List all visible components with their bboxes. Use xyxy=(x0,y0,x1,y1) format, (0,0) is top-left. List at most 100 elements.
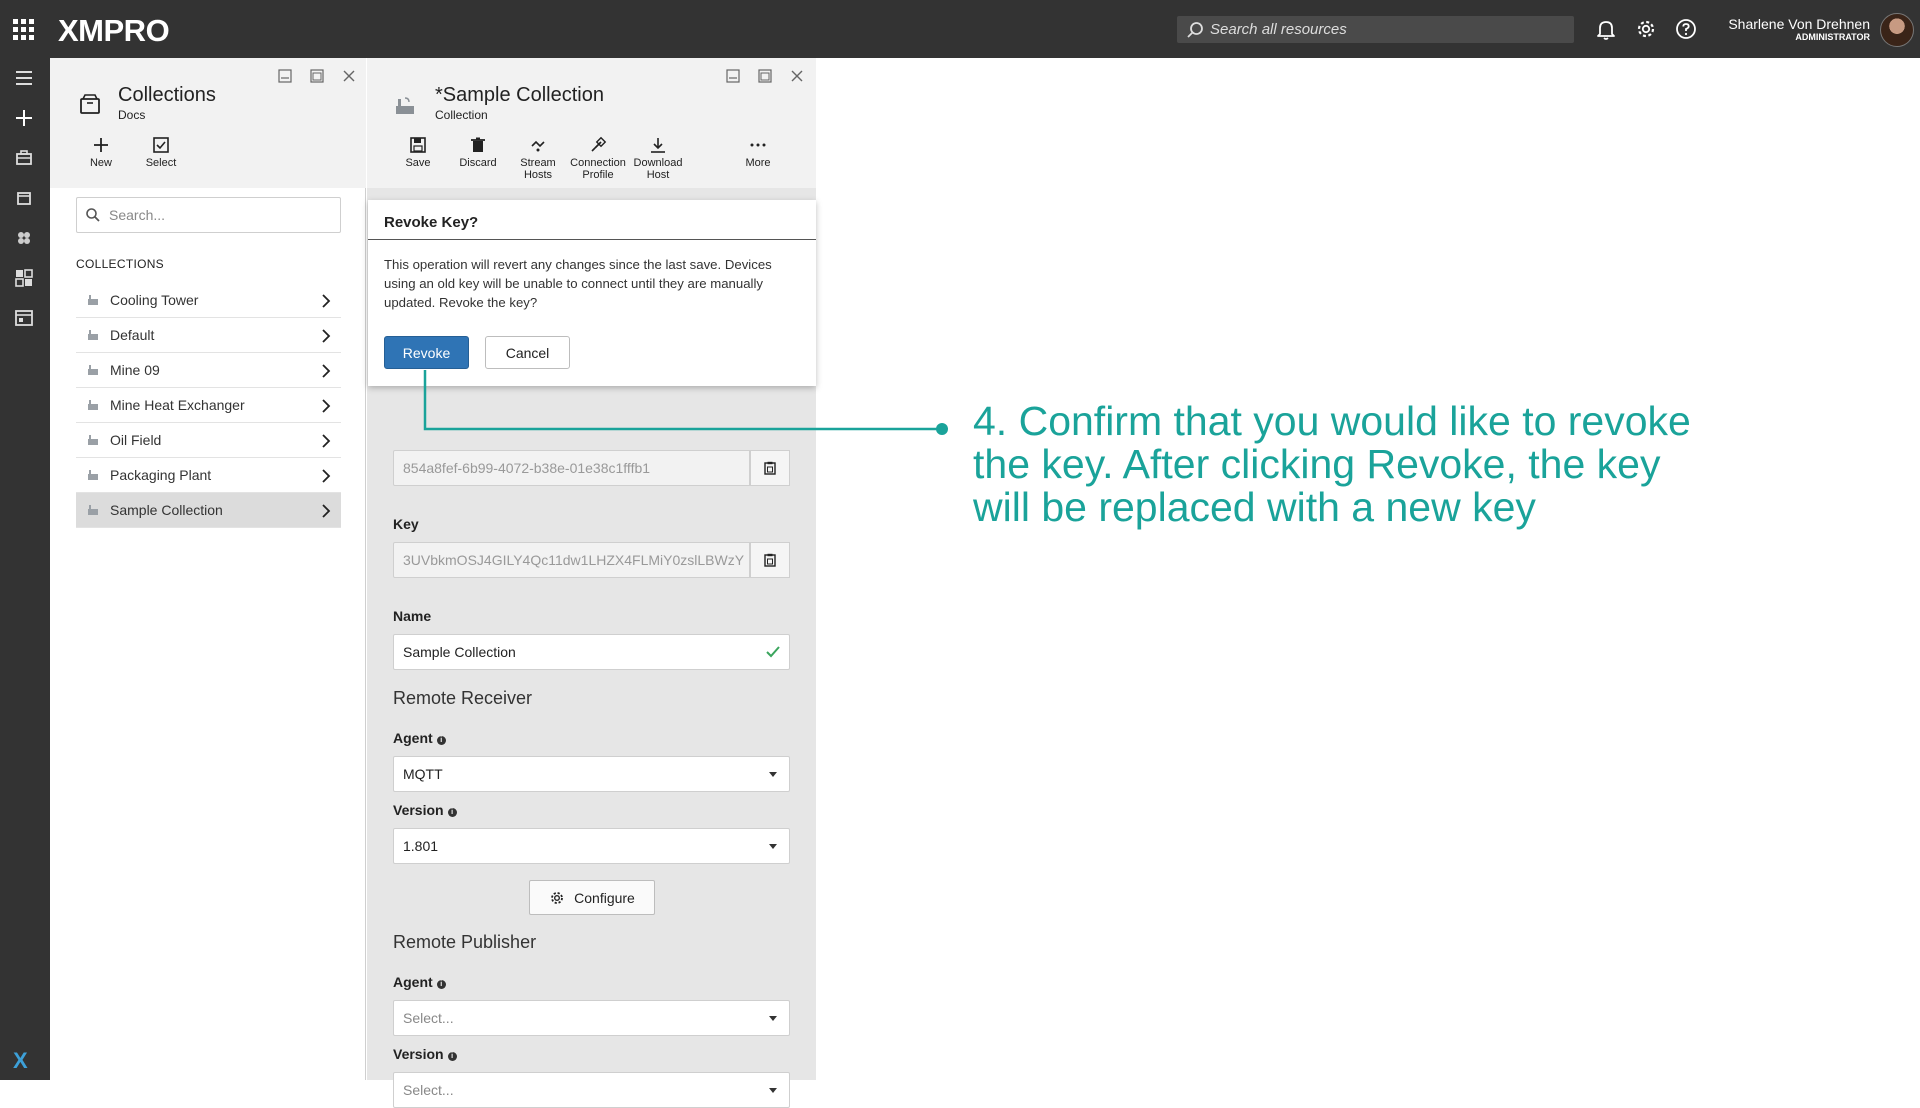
maximize-icon[interactable] xyxy=(308,67,326,85)
more-button[interactable]: More xyxy=(728,136,788,169)
list-item[interactable]: Packaging Plant xyxy=(76,458,341,493)
cancel-button[interactable]: Cancel xyxy=(485,336,570,369)
xmpro-mark-icon[interactable]: X xyxy=(13,1048,28,1074)
download-icon xyxy=(651,138,665,153)
list-item[interactable]: Oil Field xyxy=(76,423,341,458)
panel-subtitle: Collection xyxy=(435,108,488,122)
stream-hosts-icon[interactable] xyxy=(12,226,36,250)
top-bar: XMPRO Sharlene Von Drehnen ADMINISTRATOR xyxy=(0,0,1920,58)
dialog-title: Revoke Key? xyxy=(384,214,479,231)
publisher-version-placeholder: Select... xyxy=(403,1082,454,1098)
select-button[interactable]: Select xyxy=(131,136,191,169)
user-role: ADMINISTRATOR xyxy=(1795,32,1870,42)
name-field[interactable]: Sample Collection xyxy=(393,634,790,670)
list-item[interactable]: Cooling Tower xyxy=(76,283,341,318)
collections-search[interactable] xyxy=(76,197,341,233)
list-item[interactable]: Default xyxy=(76,318,341,353)
stream-hosts-label-2: Hosts xyxy=(523,169,553,181)
list-item[interactable]: Mine 09 xyxy=(76,353,341,388)
panel-title: Collections xyxy=(118,84,216,106)
check-icon xyxy=(766,646,780,658)
list-item-selected[interactable]: Sample Collection xyxy=(76,493,341,528)
connection-profile-button[interactable]: Connection Profile xyxy=(568,136,628,181)
collections-panel: Collections Docs New Select COLLECTIONS … xyxy=(50,58,366,1080)
info-icon[interactable]: i xyxy=(447,1052,457,1061)
info-icon[interactable]: i xyxy=(436,980,446,989)
save-button[interactable]: Save xyxy=(388,136,448,169)
publisher-agent-label-text: Agent xyxy=(393,974,433,990)
list-item-label: Oil Field xyxy=(110,432,162,448)
search-icon xyxy=(86,208,100,222)
collection-icon xyxy=(88,435,98,445)
receiver-version-label: Version i xyxy=(393,802,457,818)
avatar[interactable] xyxy=(1880,13,1914,47)
bell-icon[interactable] xyxy=(1594,17,1618,41)
save-icon xyxy=(410,137,426,153)
receiver-version-value: 1.801 xyxy=(403,838,439,854)
dashboard-icon[interactable] xyxy=(12,266,36,290)
remote-receiver-title: Remote Receiver xyxy=(393,688,533,708)
discard-button-label: Discard xyxy=(459,157,497,169)
collection-icon xyxy=(88,295,98,305)
list-item-label: Sample Collection xyxy=(110,502,223,518)
new-button[interactable]: New xyxy=(71,136,131,169)
minimize-icon[interactable] xyxy=(276,67,294,85)
collections-search-input[interactable] xyxy=(109,207,329,223)
publisher-agent-select[interactable]: Select... xyxy=(393,1000,790,1036)
plus-icon xyxy=(94,138,108,152)
sample-collection-header: *Sample Collection Collection Save Disca… xyxy=(367,58,816,188)
stream-hosts-label: Stream xyxy=(520,157,556,169)
maximize-icon[interactable] xyxy=(756,67,774,85)
info-icon[interactable]: i xyxy=(436,736,446,745)
trash-icon xyxy=(471,137,485,152)
list-item-label: Default xyxy=(110,327,155,343)
copy-key-button[interactable] xyxy=(750,542,790,578)
hamburger-menu-icon[interactable] xyxy=(12,66,36,90)
info-icon[interactable]: i xyxy=(447,808,457,817)
more-icon xyxy=(750,143,766,147)
clipboard-icon xyxy=(764,553,776,567)
revoke-button[interactable]: Revoke xyxy=(384,336,469,369)
add-icon[interactable] xyxy=(12,106,36,130)
collection-icon xyxy=(88,400,98,410)
caret-down-icon xyxy=(769,844,777,849)
calendar-icon[interactable] xyxy=(12,186,36,210)
configure-button[interactable]: Configure xyxy=(529,880,655,915)
receiver-version-select[interactable]: 1.801 xyxy=(393,828,790,864)
gear-icon[interactable] xyxy=(1634,17,1658,41)
receiver-agent-label-text: Agent xyxy=(393,730,433,746)
instruction-callout: 4. Confirm that you would like to revoke… xyxy=(973,398,1691,530)
chevron-right-icon xyxy=(322,504,331,518)
collections-header: Collections Docs New Select xyxy=(50,58,366,188)
close-icon[interactable] xyxy=(788,67,806,85)
dialog-message: This operation will revert any changes s… xyxy=(384,257,772,310)
search-input[interactable] xyxy=(1210,21,1550,38)
collections-list: Cooling Tower Default Mine 09 Mine Heat … xyxy=(76,283,341,528)
stream-hosts-button[interactable]: Stream Hosts xyxy=(508,136,568,181)
chevron-right-icon xyxy=(322,399,331,413)
discard-button[interactable]: Discard xyxy=(448,136,508,169)
minimize-icon[interactable] xyxy=(724,67,742,85)
help-icon[interactable] xyxy=(1674,17,1698,41)
copy-id-button[interactable] xyxy=(750,450,790,486)
collection-icon xyxy=(88,365,98,375)
xmpro-logo[interactable]: XMPRO xyxy=(58,13,170,49)
download-host-label: Download xyxy=(633,157,683,169)
publisher-agent-label: Agent i xyxy=(393,974,446,990)
publisher-version-label: Version i xyxy=(393,1046,457,1062)
name-value: Sample Collection xyxy=(403,644,516,660)
app-launcher-icon[interactable] xyxy=(13,19,35,41)
app-designer-icon[interactable] xyxy=(12,306,36,330)
key-field: 3UVbkmOSJ4GILY4Qc11dw1LHZX4FLMiY0zslLBWz… xyxy=(393,542,750,578)
download-host-button[interactable]: Download Host xyxy=(628,136,688,181)
global-search[interactable] xyxy=(1177,16,1574,43)
gear-icon xyxy=(551,891,564,904)
receiver-agent-select[interactable]: MQTT xyxy=(393,756,790,792)
publisher-version-select[interactable]: Select... xyxy=(393,1072,790,1108)
briefcase-icon[interactable] xyxy=(12,146,36,170)
download-host-label-2: Host xyxy=(646,169,670,181)
list-item[interactable]: Mine Heat Exchanger xyxy=(76,388,341,423)
publisher-version-label-text: Version xyxy=(393,1046,444,1062)
user-name[interactable]: Sharlene Von Drehnen xyxy=(1700,16,1870,32)
close-icon[interactable] xyxy=(340,67,358,85)
